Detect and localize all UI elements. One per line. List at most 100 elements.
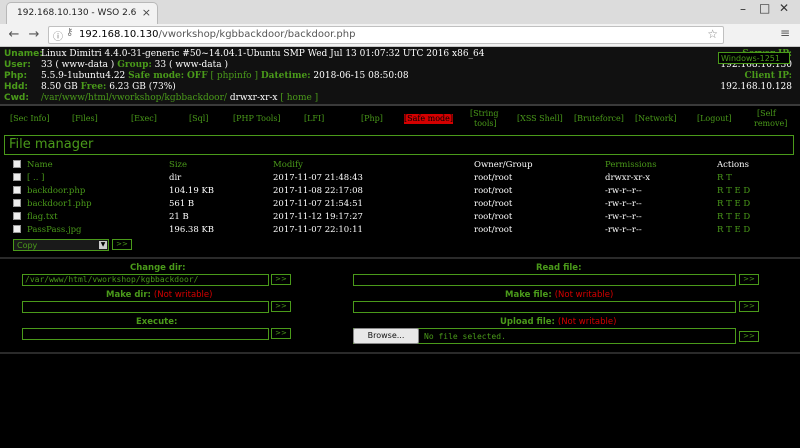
file-name-link[interactable]: [ .. ] bbox=[27, 173, 44, 183]
execute-submit-button[interactable]: >> bbox=[271, 328, 291, 339]
cwd-path-link[interactable]: /var/www/html/vworkshop/kgbbackdoor/ bbox=[41, 93, 227, 103]
make-file-input[interactable] bbox=[353, 301, 736, 313]
make-file-not-writable: (Not writable) bbox=[554, 290, 614, 300]
wso-header: Uname: Linux Dimitri 4.4.0-31-generic #5… bbox=[0, 47, 800, 106]
upload-file-submit-button[interactable]: >> bbox=[739, 331, 759, 342]
file-name-link[interactable]: backdoor.php bbox=[27, 186, 85, 196]
menu-exec[interactable]: [Exec] bbox=[131, 114, 157, 124]
group-value: 33 ( www-data ) bbox=[154, 60, 228, 70]
menu-lfi[interactable]: [LFI] bbox=[304, 114, 324, 124]
file-name-link[interactable]: PassPass.jpg bbox=[27, 225, 81, 235]
star-icon[interactable]: ☆ bbox=[707, 27, 718, 41]
table-row: backdoor.php 104.19 KB 2017-11-08 22:17:… bbox=[0, 186, 800, 198]
chevron-down-icon[interactable]: ▼ bbox=[99, 241, 107, 249]
col-name[interactable]: Name bbox=[27, 160, 53, 170]
client-ip-label: Client IP: bbox=[744, 71, 792, 81]
make-dir-label: Make dir: (Not writable) bbox=[106, 290, 212, 300]
menu-php[interactable]: [Php] bbox=[361, 114, 383, 124]
menu-bruteforce[interactable]: [Bruteforce] bbox=[574, 114, 624, 124]
row-checkbox[interactable] bbox=[13, 186, 21, 194]
divider bbox=[0, 352, 800, 354]
file-actions[interactable]: R T E D bbox=[717, 199, 750, 209]
group-label: Group: bbox=[117, 60, 152, 70]
client-ip: 192.168.10.128 bbox=[720, 82, 792, 92]
back-arrow-icon[interactable]: ← bbox=[4, 26, 24, 44]
hdd-total: 8.50 GB bbox=[41, 82, 78, 92]
browse-button[interactable]: Browse... bbox=[353, 328, 419, 344]
safe-mode-label: Safe mode: bbox=[128, 71, 185, 81]
row-checkbox[interactable] bbox=[13, 225, 21, 233]
url-text[interactable]: 192.168.10.130/vworkshop/kgbbackdoor/bac… bbox=[79, 29, 355, 40]
execute-input[interactable] bbox=[22, 328, 269, 340]
row-checkbox[interactable] bbox=[13, 173, 21, 181]
file-action-submit-button[interactable]: >> bbox=[112, 239, 132, 250]
menu-sec-info[interactable]: [Sec Info] bbox=[10, 114, 50, 124]
menu-safe-mode[interactable]: [Safe mode] bbox=[404, 114, 453, 124]
close-icon[interactable]: ✕ bbox=[779, 1, 789, 15]
phpinfo-link[interactable]: [ phpinfo ] bbox=[210, 71, 258, 81]
browser-tab[interactable]: 192.168.10.130 - WSO 2.6 × bbox=[6, 2, 158, 24]
menu-files[interactable]: [Files] bbox=[72, 114, 98, 124]
menu-string-tools-line2[interactable]: tools] bbox=[474, 119, 497, 129]
make-dir-submit-button[interactable]: >> bbox=[271, 301, 291, 312]
file-name-link[interactable]: flag.txt bbox=[27, 212, 58, 222]
col-permissions[interactable]: Permissions bbox=[605, 160, 657, 170]
file-size: 561 B bbox=[169, 199, 195, 209]
file-actions[interactable]: R T E D bbox=[717, 186, 750, 196]
upload-file-label: Upload file: (Not writable) bbox=[500, 317, 616, 327]
make-file-label: Make file: (Not writable) bbox=[505, 290, 613, 300]
file-actions[interactable]: R T E D bbox=[717, 212, 750, 222]
url-bar[interactable]: ⓘ ⚷ 192.168.10.130/vworkshop/kgbbackdoor… bbox=[48, 26, 724, 44]
menu-self-remove-line2[interactable]: remove] bbox=[754, 119, 787, 129]
forward-arrow-icon[interactable]: → bbox=[24, 26, 44, 44]
cwd-label: Cwd: bbox=[4, 93, 29, 103]
menu-logout[interactable]: [Logout] bbox=[697, 114, 732, 124]
menu-php-tools[interactable]: [PHP Tools] bbox=[233, 114, 281, 124]
menu-xss-shell[interactable]: [XSS Shell] bbox=[517, 114, 563, 124]
file-actions[interactable]: R T bbox=[717, 173, 732, 183]
menu-string-tools-line1[interactable]: [String bbox=[470, 109, 498, 119]
file-owner: root/root bbox=[474, 186, 513, 196]
file-size: 104.19 KB bbox=[169, 186, 215, 196]
encoding-select[interactable]: Windows-1251 bbox=[718, 52, 790, 64]
main-menu: [Sec Info] [Files] [Exec] [Sql] [PHP Too… bbox=[0, 107, 800, 131]
read-file-input[interactable] bbox=[353, 274, 736, 286]
make-dir-not-writable: (Not writable) bbox=[153, 290, 213, 300]
safe-mode-value: OFF bbox=[186, 71, 208, 81]
tab-close-icon[interactable]: × bbox=[142, 6, 151, 19]
col-size[interactable]: Size bbox=[169, 160, 187, 170]
menu-sql[interactable]: [Sql] bbox=[189, 114, 208, 124]
maximize-icon[interactable]: □ bbox=[759, 1, 770, 15]
file-name-link[interactable]: backdoor1.php bbox=[27, 199, 92, 209]
menu-self-remove-line1[interactable]: [Self bbox=[757, 109, 776, 119]
col-owner: Owner/Group bbox=[474, 160, 533, 170]
col-modify[interactable]: Modify bbox=[273, 160, 303, 170]
uname-value: Linux Dimitri 4.4.0-31-generic #50~14.04… bbox=[41, 49, 485, 59]
menu-icon[interactable]: ≡ bbox=[780, 26, 790, 40]
table-row: flag.txt 21 B 2017-11-12 19:17:27 root/r… bbox=[0, 212, 800, 224]
file-perms: -rw-r--r-- bbox=[605, 225, 642, 235]
row-checkbox[interactable] bbox=[13, 212, 21, 220]
make-file-submit-button[interactable]: >> bbox=[739, 301, 759, 312]
execute-label: Execute: bbox=[136, 317, 178, 327]
change-dir-input[interactable]: /var/www/html/vworkshop/kgbbackdoor/ bbox=[22, 274, 269, 286]
file-action-select[interactable]: Copy ▼ bbox=[13, 239, 109, 251]
browser-navbar: ← → ⓘ ⚷ 192.168.10.130/vworkshop/kgbback… bbox=[0, 24, 800, 47]
table-row: backdoor1.php 561 B 2017-11-07 21:54:51 … bbox=[0, 199, 800, 211]
free-label: Free: bbox=[80, 82, 107, 92]
change-dir-submit-button[interactable]: >> bbox=[271, 274, 291, 285]
make-dir-input[interactable] bbox=[22, 301, 269, 313]
file-modify: 2017-11-07 22:10:11 bbox=[273, 225, 363, 235]
minimize-icon[interactable]: – bbox=[740, 2, 746, 16]
info-icon[interactable]: ⓘ bbox=[53, 28, 63, 43]
read-file-submit-button[interactable]: >> bbox=[739, 274, 759, 285]
datetime-value: 2018-06-15 08:50:08 bbox=[313, 71, 409, 81]
file-modify: 2017-11-07 21:48:43 bbox=[273, 173, 363, 183]
home-link[interactable]: [ home ] bbox=[280, 93, 318, 103]
tab-title: 192.168.10.130 - WSO 2.6 bbox=[17, 8, 137, 18]
file-actions[interactable]: R T E D bbox=[717, 225, 750, 235]
menu-network[interactable]: [Network] bbox=[635, 114, 677, 124]
row-checkbox[interactable] bbox=[13, 199, 21, 207]
read-file-label: Read file: bbox=[536, 263, 582, 273]
select-all-checkbox[interactable] bbox=[13, 160, 21, 168]
